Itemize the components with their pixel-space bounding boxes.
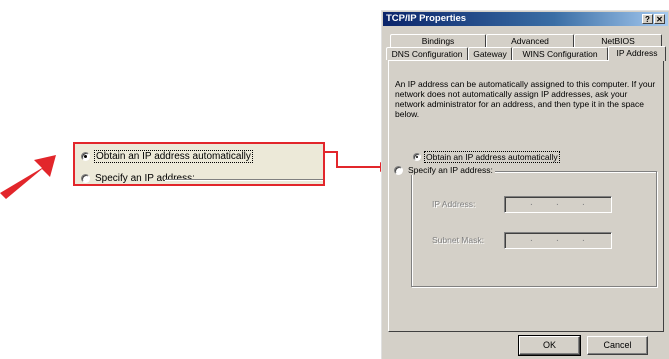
help-button[interactable]: ?	[642, 14, 653, 24]
radio-empty-icon[interactable]	[394, 165, 403, 175]
close-button[interactable]: ✕	[654, 14, 665, 24]
tab-wins-configuration[interactable]: WINS Configuration	[512, 47, 608, 60]
subnet-mask-field[interactable]	[504, 232, 612, 249]
tcpip-properties-dialog: TCP/IP Properties ? ✕ Bindings Advanced …	[381, 10, 669, 359]
ip-address-label: IP Address:	[432, 199, 476, 209]
radio-empty-icon	[81, 174, 90, 183]
subnet-mask-label: Subnet Mask:	[432, 235, 484, 245]
ip-address-field[interactable]	[504, 196, 612, 213]
callout-option-auto-label: Obtain an IP address automatically	[94, 150, 253, 163]
callout-zoom-box: Obtain an IP address automatically Speci…	[73, 142, 325, 186]
tab-bindings[interactable]: Bindings	[390, 34, 486, 47]
octet-separator	[530, 197, 533, 210]
ok-button[interactable]: OK	[518, 335, 581, 356]
radio-selected-icon	[81, 152, 90, 161]
callout-option-auto: Obtain an IP address automatically	[81, 150, 253, 163]
octet-separator	[582, 197, 585, 210]
cancel-button[interactable]: Cancel	[587, 336, 648, 355]
description-text: An IP address can be automatically assig…	[395, 79, 656, 119]
option-obtain-automatically-label: Obtain an IP address automatically	[424, 151, 560, 163]
red-pointer-arrow-icon	[0, 155, 56, 199]
tab-advanced[interactable]: Advanced	[486, 34, 574, 47]
radio-selected-icon[interactable]	[413, 153, 421, 161]
tab-ip-address[interactable]: IP Address	[608, 46, 666, 61]
octet-separator	[556, 233, 559, 246]
ip-address-panel: An IP address can be automatically assig…	[388, 60, 664, 332]
dialog-title: TCP/IP Properties	[386, 13, 467, 24]
callout-groupbox-edge	[165, 179, 323, 181]
option-obtain-automatically[interactable]: Obtain an IP address automatically	[413, 151, 560, 163]
option-specify-ip-label: Specify an IP address:	[408, 165, 493, 175]
option-specify-ip[interactable]: Specify an IP address:	[394, 165, 495, 175]
specify-ip-groupbox: Specify an IP address: IP Address: Subne…	[394, 165, 657, 287]
tab-dns-configuration[interactable]: DNS Configuration	[386, 47, 468, 60]
octet-separator	[530, 233, 533, 246]
octet-separator	[582, 233, 585, 246]
octet-separator	[556, 197, 559, 210]
dialog-titlebar[interactable]: TCP/IP Properties ? ✕	[383, 12, 668, 26]
tab-gateway[interactable]: Gateway	[468, 47, 512, 60]
